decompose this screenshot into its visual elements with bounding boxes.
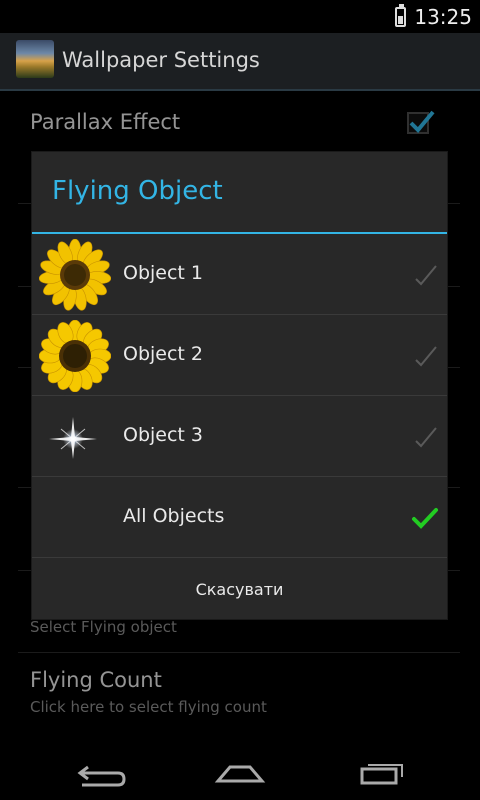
option-label: All Objects	[123, 505, 225, 527]
status-icons: 13:25	[395, 4, 472, 30]
row-divider	[32, 395, 447, 396]
option-object-3[interactable]: Object 3	[32, 397, 447, 477]
action-bar-title: Wallpaper Settings	[62, 48, 260, 72]
option-label: Object 3	[123, 424, 204, 446]
sunflower-icon	[39, 320, 111, 392]
battery-icon	[395, 4, 407, 27]
app-icon[interactable]	[16, 40, 54, 78]
row-divider	[32, 476, 447, 477]
check-icon[interactable]	[410, 342, 440, 370]
check-icon[interactable]	[410, 261, 440, 289]
dialog-title-divider	[32, 232, 447, 234]
recent-apps-icon[interactable]	[330, 751, 430, 800]
cancel-button[interactable]: Скасувати	[32, 560, 447, 619]
option-label: Object 2	[123, 343, 204, 365]
sunflower-icon	[39, 239, 111, 311]
check-icon[interactable]	[410, 504, 440, 532]
option-object-2[interactable]: Object 2	[32, 316, 447, 396]
back-icon[interactable]	[50, 751, 150, 800]
home-icon[interactable]	[190, 751, 290, 800]
status-clock: 13:25	[414, 5, 472, 29]
check-icon[interactable]	[410, 423, 440, 451]
option-label: Object 1	[123, 262, 204, 284]
row-divider	[32, 557, 447, 558]
dialog-title: Flying Object	[52, 176, 223, 206]
row-divider	[32, 314, 447, 315]
status-bar: 13:25	[0, 0, 480, 33]
option-object-1[interactable]: Object 1	[32, 235, 447, 315]
option-all-objects[interactable]: All Objects	[32, 478, 447, 558]
navigation-bar	[0, 751, 480, 800]
sparkle-star-icon	[49, 417, 97, 459]
flying-object-dialog: Flying Object Object 1 Object 2 Object 3…	[32, 152, 447, 619]
